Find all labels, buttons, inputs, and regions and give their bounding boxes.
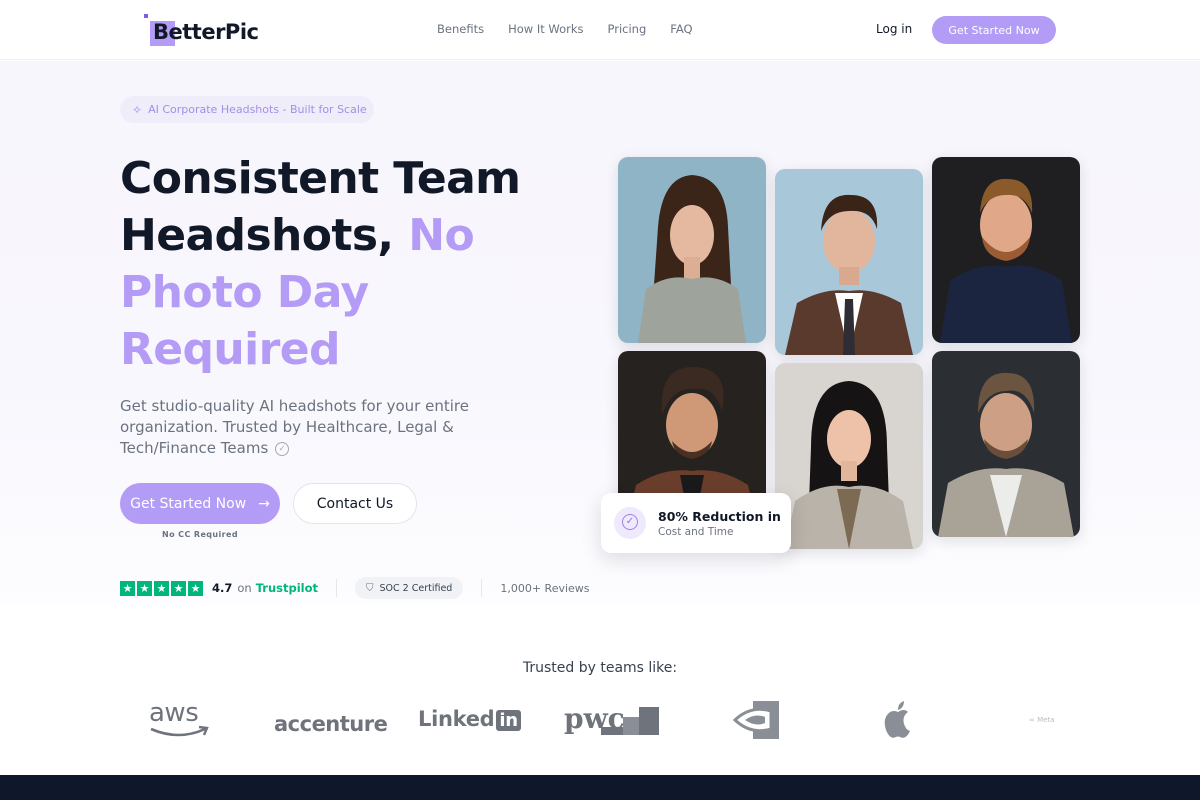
headline-line2a: Headshots, xyxy=(120,210,394,261)
nav-link-pricing[interactable]: Pricing xyxy=(608,22,647,36)
headshot-man-jacket xyxy=(932,351,1080,537)
headline-line4: Required xyxy=(120,324,340,375)
aws-smile-icon xyxy=(150,725,209,737)
star-icon: ★ xyxy=(188,580,203,596)
rating-on: on xyxy=(237,581,252,595)
verified-icon: ✓ xyxy=(275,441,290,456)
linkedin-logo: Linked in xyxy=(418,707,521,731)
arrow-right-icon: → xyxy=(258,495,270,512)
stat-title: 80% Reduction in xyxy=(658,509,781,524)
footer-band xyxy=(0,775,1200,800)
hero-subtitle-text: Get studio-quality AI headshots for your… xyxy=(120,397,469,457)
star-icon: ★ xyxy=(120,580,135,596)
soc2-badge: ⛉ SOC 2 Certified xyxy=(355,577,464,599)
top-navbar: BetterPic Benefits How It Works Pricing … xyxy=(0,0,1200,60)
headline-line3: Photo Day xyxy=(120,267,369,318)
logo-mark xyxy=(144,14,148,18)
brand-logo[interactable]: BetterPic xyxy=(144,14,259,46)
divider xyxy=(481,579,483,597)
get-started-button[interactable]: Get Started Now → xyxy=(120,483,280,524)
star-icon: ★ xyxy=(137,580,152,596)
trusted-by-heading: Trusted by teams like: xyxy=(522,660,678,676)
star-icon: ★ xyxy=(171,580,186,596)
soc2-label: SOC 2 Certified xyxy=(379,582,453,594)
stat-card: ✓ 80% Reduction in Cost and Time xyxy=(601,493,791,553)
nav-links: Benefits How It Works Pricing FAQ xyxy=(437,22,717,36)
headshot-man-beard-navy xyxy=(932,157,1080,343)
nav-link-how-it-works[interactable]: How It Works xyxy=(508,22,583,36)
nvidia-logo xyxy=(733,701,779,739)
no-cc-note: No CC Required xyxy=(162,530,238,539)
contact-us-button[interactable]: Contact Us xyxy=(293,483,417,524)
rating-value: 4.7 xyxy=(212,581,233,595)
pwc-blocks-icon xyxy=(601,707,659,735)
shield-icon: ⛉ xyxy=(366,582,374,594)
get-started-label: Get Started Now xyxy=(130,495,247,512)
nav-get-started-button[interactable]: Get Started Now xyxy=(932,16,1056,44)
trustpilot-link[interactable]: Trustpilot xyxy=(256,581,318,595)
nav-link-faq[interactable]: FAQ xyxy=(670,22,692,36)
stat-subtitle: Cost and Time xyxy=(658,526,734,538)
trust-row: ★ ★ ★ ★ ★ 4.7 on Trustpilot ⛉ SOC 2 Cert… xyxy=(120,577,590,599)
headshot-man-suit xyxy=(775,169,923,355)
meta-wordmark: Meta xyxy=(1037,716,1055,724)
headshot-woman-blazer xyxy=(775,363,923,549)
login-link[interactable]: Log in xyxy=(876,22,912,36)
check-circle-icon: ✓ xyxy=(614,507,646,539)
sparkles-icon: ✧ xyxy=(132,102,143,117)
apple-logo xyxy=(884,701,910,738)
divider xyxy=(336,579,337,597)
hero-headline: Consistent Team Headshots, No Photo Day … xyxy=(120,150,560,378)
accenture-logo: accenture xyxy=(274,712,388,736)
headline-line1: Consistent Team xyxy=(120,153,521,204)
meta-logo: ∞ Meta xyxy=(1029,716,1055,724)
reviews-count: 1,000+ Reviews xyxy=(500,581,590,595)
hero-subtitle: Get studio-quality AI headshots for your… xyxy=(120,396,500,459)
aws-logo: aws xyxy=(149,698,199,728)
trustpilot-stars: ★ ★ ★ ★ ★ xyxy=(120,580,203,596)
linkedin-in-box: in xyxy=(496,710,521,731)
star-icon: ★ xyxy=(154,580,169,596)
brand-name: BetterPic xyxy=(153,20,259,44)
headline-line2b: No xyxy=(408,210,475,261)
tagline-pill: ✧ AI Corporate Headshots - Built for Sca… xyxy=(120,96,374,123)
headshot-woman-long-hair xyxy=(618,157,766,343)
nav-link-benefits[interactable]: Benefits xyxy=(437,22,484,36)
linkedin-wordmark: Linked xyxy=(418,707,495,731)
tagline-text: AI Corporate Headshots - Built for Scale xyxy=(148,103,367,116)
